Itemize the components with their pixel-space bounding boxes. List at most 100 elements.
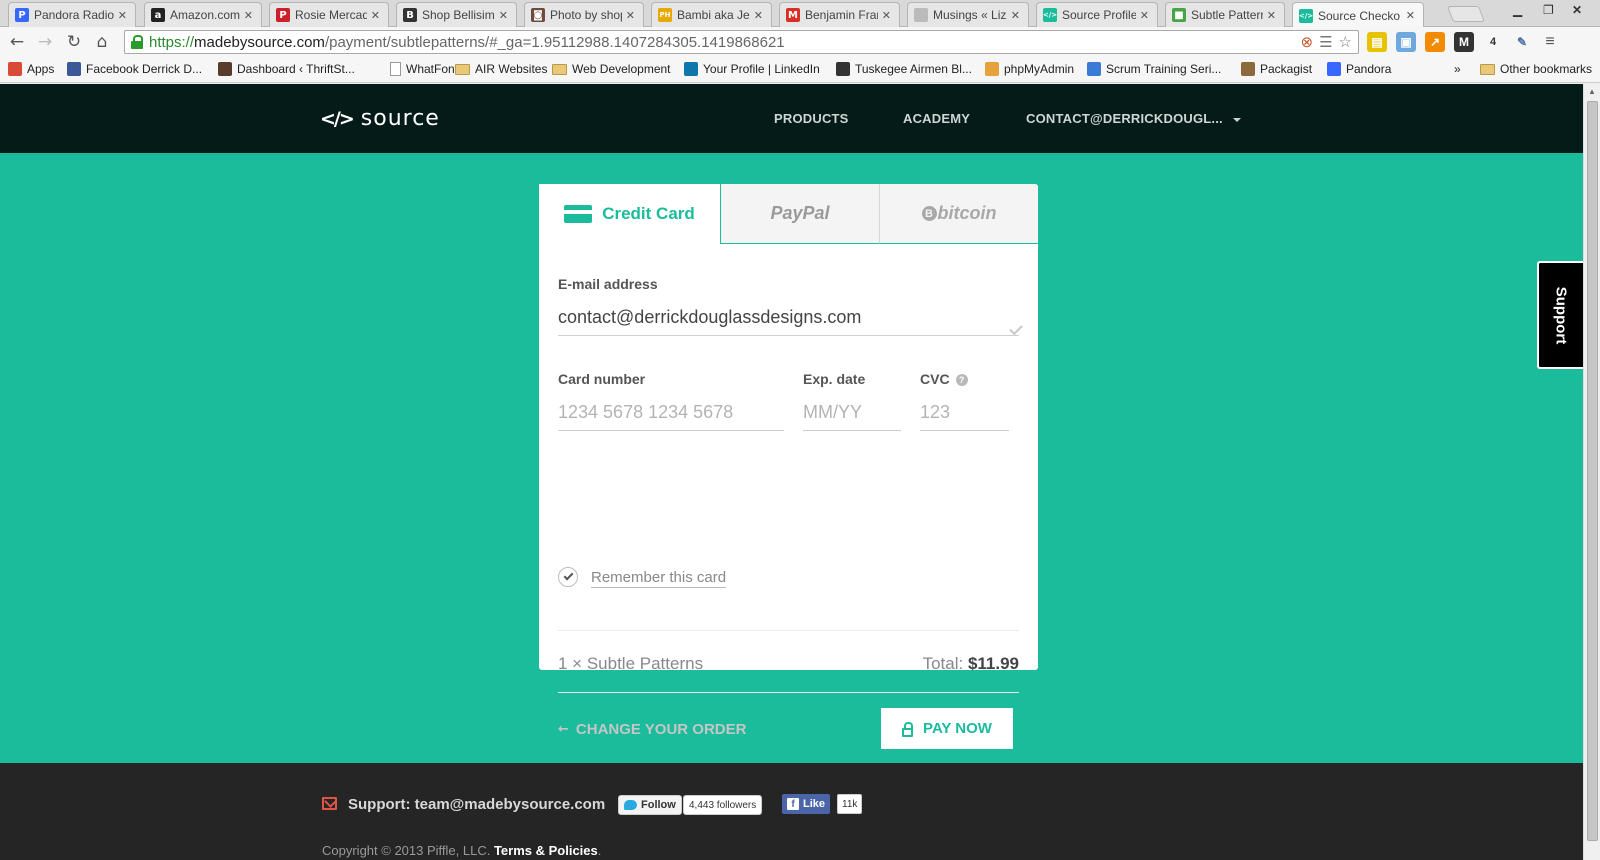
source-logo[interactable]: </> source	[320, 106, 440, 131]
extension-window-icon[interactable]: ▣	[1396, 32, 1416, 52]
mail-icon	[322, 797, 337, 810]
bookmark-item[interactable]: Facebook Derrick D...	[67, 62, 202, 76]
exp-date-field[interactable]	[803, 395, 901, 431]
restore-icon[interactable]: ❐	[1543, 3, 1554, 17]
cvc-help-icon[interactable]: ?	[955, 374, 968, 387]
close-tab-icon[interactable]: ✕	[1140, 9, 1149, 22]
tab-paypal[interactable]: PayPal	[720, 184, 879, 244]
remember-card-checkbox[interactable]	[558, 567, 578, 587]
close-tab-icon[interactable]: ✕	[882, 9, 891, 22]
reload-icon[interactable]: ↻	[63, 31, 85, 53]
close-window-icon[interactable]: ✕	[1572, 3, 1582, 17]
other-bookmarks-label: Other bookmarks	[1500, 62, 1593, 76]
back-icon[interactable]: ←	[6, 31, 28, 53]
browser-tab[interactable]: a Amazon.com: ✕	[144, 2, 262, 27]
extension-chart-icon[interactable]: ↗	[1425, 32, 1445, 52]
order-total: Total: $11.99	[923, 654, 1019, 674]
new-tab-button[interactable]	[1447, 6, 1485, 22]
minimize-icon[interactable]: ▁	[1513, 3, 1522, 17]
close-tab-icon[interactable]: ✕	[754, 9, 763, 22]
tab-credit-card[interactable]: Credit Card	[539, 184, 720, 244]
card-number-field[interactable]	[558, 395, 784, 431]
browser-tab[interactable]: M Benjamin Fran ✕	[779, 2, 900, 27]
home-icon[interactable]: ⌂	[91, 31, 113, 53]
browser-tab[interactable]: </> Source Checko ✕	[1292, 2, 1424, 28]
extension-folder-icon[interactable]: ▤	[1367, 32, 1387, 52]
bookmarks-overflow-icon[interactable]: »	[1454, 62, 1461, 76]
close-tab-icon[interactable]: ✕	[626, 9, 635, 22]
bookmark-item[interactable]: Web Development	[552, 62, 671, 76]
support-email-link[interactable]: Support: team@madebysource.com	[348, 796, 605, 813]
close-tab-icon[interactable]: ✕	[1406, 9, 1415, 22]
close-tab-icon[interactable]: ✕	[371, 9, 380, 22]
bookmark-item[interactable]: AIR Websites	[455, 62, 547, 76]
cvc-field[interactable]	[920, 395, 1009, 431]
facebook-like-button[interactable]: f Like	[782, 794, 831, 814]
bookmarks-bar: Apps Facebook Derrick D... Dashboard ‹ Thr…	[0, 58, 1600, 83]
nav-academy[interactable]: ACADEMY	[903, 111, 970, 126]
close-tab-icon[interactable]: ✕	[499, 9, 508, 22]
bookmark-label: WhatFont	[406, 62, 459, 76]
close-tab-icon[interactable]: ✕	[244, 9, 253, 22]
apps-icon	[8, 62, 22, 76]
email-field[interactable]	[558, 300, 1019, 336]
tab-bitcoin[interactable]: Bbitcoin	[879, 184, 1038, 244]
reader-icon[interactable]: ☰	[1319, 33, 1332, 51]
pandora-icon: P	[15, 8, 29, 22]
bookmark-star-icon[interactable]: ☆	[1339, 33, 1352, 51]
folder-icon	[1480, 63, 1495, 75]
menu-icon[interactable]: ≡	[1540, 32, 1560, 52]
pay-now-button[interactable]: PAY NOW	[879, 706, 1015, 751]
order-item: 1 × Subtle Patterns	[558, 654, 704, 673]
browser-tab[interactable]: ■ Subtle Pattern ✕	[1165, 2, 1285, 27]
change-order-link[interactable]: ← CHANGE YOUR ORDER	[558, 721, 746, 738]
forward-icon[interactable]: →	[34, 31, 56, 53]
source-icon: </>	[1299, 8, 1313, 23]
scrollbar-thumb[interactable]	[1587, 101, 1598, 841]
browser-tab[interactable]: </> Source Profile ✕	[1036, 2, 1158, 27]
support-tab[interactable]: Support	[1537, 261, 1583, 369]
facebook-like-label: Like	[803, 798, 826, 810]
extension-eyedropper-icon[interactable]: ✎	[1512, 32, 1532, 52]
close-tab-icon[interactable]: ✕	[118, 9, 127, 22]
facebook-icon	[67, 62, 81, 76]
twitter-follow-button[interactable]: Follow	[618, 795, 682, 815]
page-scrollbar[interactable]: ▲	[1583, 84, 1600, 860]
bookmark-item[interactable]: Apps	[8, 62, 54, 76]
bookmark-label: Your Profile | LinkedIn	[703, 62, 820, 76]
site-header: </> source PRODUCTS ACADEMY CONTACT@DERR…	[0, 84, 1583, 153]
bookmark-item[interactable]: Scrum Training Seri...	[1087, 62, 1221, 76]
blocked-popup-icon[interactable]: ⊗	[1301, 33, 1314, 51]
browser-tab-title: Pandora Radio	[34, 8, 114, 22]
browser-tab[interactable]: ◙ Photo by shop ✕	[524, 2, 644, 27]
credit-card-icon	[564, 205, 593, 223]
extension-download-icon[interactable]: 4	[1483, 32, 1503, 52]
address-bar[interactable]: https://madebysource.com/payment/subtlep…	[124, 30, 1359, 54]
scroll-up-icon[interactable]: ▲	[1588, 87, 1596, 96]
bookmark-item[interactable]: Tuskegee Airmen Bl...	[836, 62, 972, 76]
remember-card-label[interactable]: Remember this card	[591, 569, 727, 588]
bookmark-item[interactable]: Dashboard ‹ ThriftSt...	[218, 62, 355, 76]
terms-link[interactable]: Terms & Policies	[494, 843, 598, 858]
browser-tab[interactable]: P Pandora Radio ✕	[8, 2, 136, 27]
tab-credit-card-label: Credit Card	[602, 204, 695, 223]
browser-tab-title: Amazon.com:	[170, 8, 240, 22]
close-tab-icon[interactable]: ✕	[1267, 9, 1276, 22]
linkedin-icon	[684, 62, 698, 76]
bookmark-item[interactable]: Packagist	[1241, 62, 1312, 76]
instagram-icon: ◙	[531, 8, 545, 22]
extension-m-icon[interactable]: M	[1454, 32, 1474, 52]
close-tab-icon[interactable]: ✕	[1011, 9, 1020, 22]
browser-tab[interactable]: P Rosie Mercado ✕	[269, 2, 389, 27]
bookmark-item[interactable]: Your Profile | LinkedIn	[684, 62, 820, 76]
browser-tab[interactable]: B Shop Bellisima ✕	[396, 2, 517, 27]
bookmark-item[interactable]: WhatFont	[390, 62, 458, 76]
nav-account[interactable]: CONTACT@DERRICKDOUGL...	[1026, 111, 1241, 126]
nav-products[interactable]: PRODUCTS	[774, 111, 849, 126]
bitcoin-icon: B	[921, 206, 937, 221]
other-bookmarks[interactable]: Other bookmarks	[1480, 62, 1592, 76]
browser-tab[interactable]: PH Bambi aka Jen ✕	[651, 2, 772, 27]
bookmark-item[interactable]: Pandora	[1327, 62, 1391, 76]
bookmark-item[interactable]: phpMyAdmin	[985, 62, 1074, 76]
browser-tab[interactable]: Musings « Lizz ✕	[907, 2, 1029, 27]
